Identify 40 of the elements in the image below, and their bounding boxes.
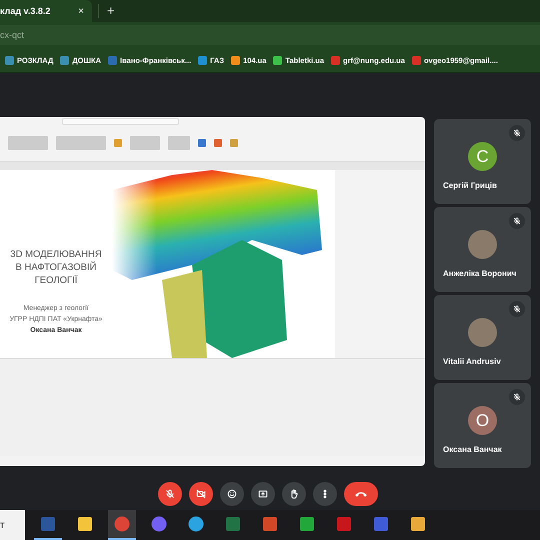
hand-icon [288, 489, 298, 499]
browser-tab[interactable]: клад v.3.8.2 × [0, 0, 92, 22]
screen-share-icon [258, 489, 268, 499]
toolbar-icon [56, 136, 106, 150]
taskbar-app[interactable] [108, 510, 136, 540]
reaction-button[interactable] [220, 482, 244, 506]
taskbar-search-field[interactable]: т [0, 510, 25, 540]
address-bar[interactable]: cx-qct [0, 25, 540, 45]
present-button[interactable] [250, 482, 274, 506]
tab-title: клад v.3.8.2 [0, 6, 50, 16]
microphone-off-icon [513, 305, 521, 313]
avatar: С [468, 142, 497, 171]
participant-name: Сергій Гриців [443, 181, 497, 190]
participant-name: Оксана Ванчак [443, 445, 502, 454]
toolbar-icon [114, 139, 122, 147]
photo-placeholder [468, 318, 497, 347]
toolbar-icon [8, 136, 48, 150]
camera-button[interactable] [188, 482, 212, 506]
microphone-off-icon [513, 393, 521, 401]
tab-close-button[interactable]: × [78, 6, 84, 16]
slide-title: ГЕОЛОГІЇ [34, 274, 78, 286]
photo-placeholder [468, 230, 497, 259]
participant-name: Vitalii Andrusiv [443, 357, 501, 366]
toolbar-icon [168, 136, 190, 150]
microphone-button[interactable] [158, 482, 182, 506]
avatar: О [468, 406, 497, 435]
microphone-off-icon [513, 217, 521, 225]
camera-off-icon [196, 489, 206, 499]
new-tab-button[interactable]: + [98, 4, 115, 18]
microphone-off-icon [513, 129, 521, 137]
microphone-off-icon [164, 489, 174, 499]
participant-name: Анжеліка Воронич [443, 269, 516, 278]
more-options-button[interactable] [312, 482, 336, 506]
smiley-icon [226, 489, 236, 499]
hang-up-icon [354, 490, 368, 498]
leave-call-button[interactable] [344, 482, 378, 506]
slide-title: 3D МОДЕЛЮВАННЯ [10, 248, 102, 260]
raise-hand-button[interactable] [282, 482, 306, 506]
toolbar-icon [130, 136, 160, 150]
slide-title: В НАФТОГАЗОВІЙ [16, 260, 96, 274]
